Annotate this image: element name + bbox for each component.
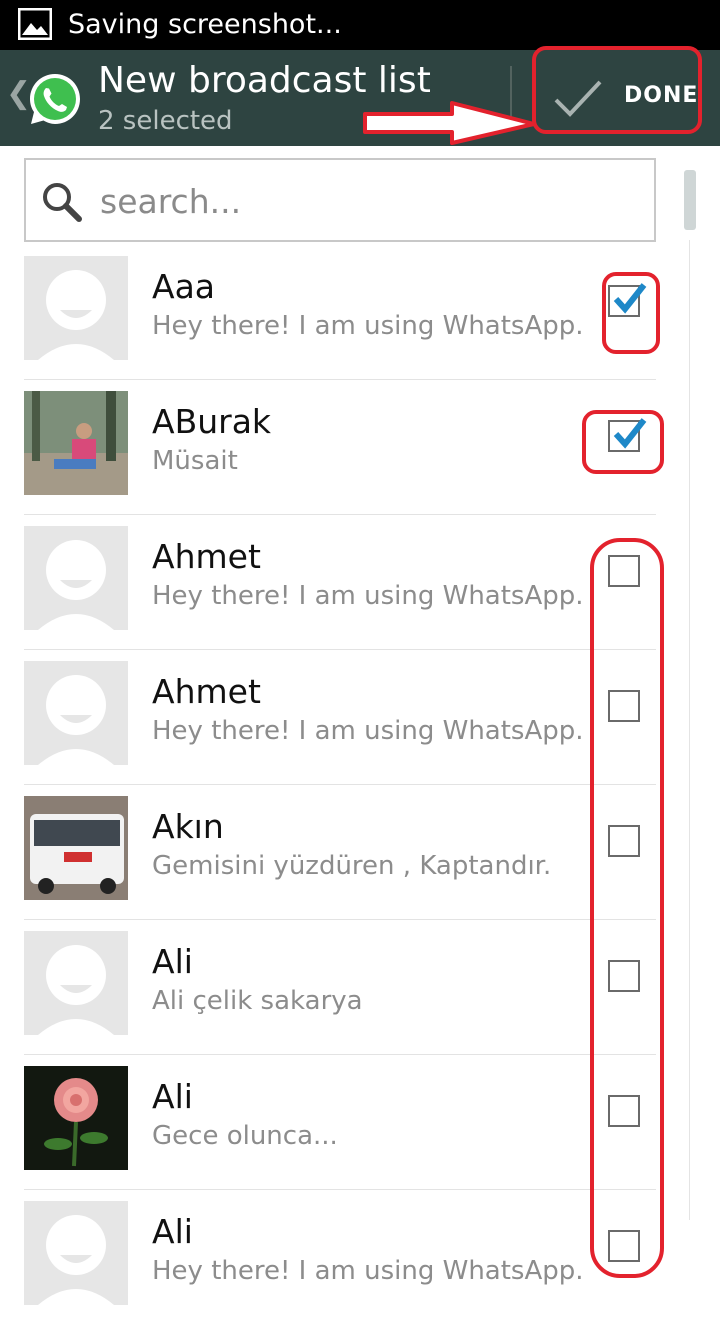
select-checkbox[interactable] — [608, 283, 647, 317]
avatar — [24, 1201, 128, 1305]
avatar — [24, 931, 128, 1035]
contact-status: Ali çelik sakarya — [152, 986, 363, 1016]
select-checkbox[interactable] — [608, 825, 640, 857]
search-icon — [43, 183, 82, 222]
contact-status: Gece olunca... — [152, 1121, 338, 1151]
scrollbar-track — [689, 240, 690, 1220]
select-checkbox[interactable] — [608, 1230, 640, 1262]
contact-name: Aaa — [152, 267, 216, 306]
select-checkbox[interactable] — [608, 690, 640, 722]
select-checkbox[interactable] — [608, 555, 640, 587]
avatar — [24, 391, 128, 495]
contact-name: Ali — [152, 942, 193, 981]
selected-count: 2 selected — [98, 106, 233, 136]
whatsapp-icon[interactable] — [26, 70, 84, 128]
contact-row[interactable]: Ahmet Hey there! I am using WhatsApp. — [0, 650, 656, 785]
select-checkbox[interactable] — [608, 1095, 640, 1127]
contact-row[interactable]: Aaa Hey there! I am using WhatsApp. — [0, 245, 656, 380]
done-highlight-annotation — [532, 46, 702, 134]
check-icon — [613, 283, 647, 314]
contact-name: Ali — [152, 1212, 193, 1251]
status-bar: Saving screenshot... — [0, 0, 720, 50]
contact-row[interactable]: Ali Ali çelik sakarya — [0, 920, 656, 1055]
contact-status: Müsait — [152, 446, 238, 476]
contact-row[interactable]: ABurak Müsait — [0, 380, 656, 515]
page-title: New broadcast list — [98, 60, 431, 101]
arrow-annotation — [363, 101, 536, 145]
select-checkbox[interactable] — [608, 960, 640, 992]
avatar — [24, 796, 128, 900]
search-box[interactable] — [24, 158, 656, 242]
contact-name: Ali — [152, 1077, 193, 1116]
check-icon — [613, 418, 647, 449]
contact-status: Hey there! I am using WhatsApp. — [152, 311, 584, 341]
search-input[interactable] — [98, 170, 642, 232]
select-checkbox[interactable] — [608, 418, 647, 452]
contact-status: Hey there! I am using WhatsApp. — [152, 716, 584, 746]
avatar — [24, 256, 128, 360]
contact-name: Ahmet — [152, 537, 261, 576]
contact-status: Hey there! I am using WhatsApp. — [152, 1256, 584, 1286]
contact-name: Ahmet — [152, 672, 261, 711]
contact-row[interactable]: Ali Hey there! I am using WhatsApp. — [0, 1190, 656, 1325]
contact-name: ABurak — [152, 402, 272, 441]
status-text: Saving screenshot... — [68, 9, 342, 40]
contact-row[interactable]: Ahmet Hey there! I am using WhatsApp. — [0, 515, 656, 650]
scrollbar-thumb[interactable] — [684, 170, 696, 230]
contact-row[interactable]: Ali Gece olunca... — [0, 1055, 656, 1190]
avatar — [24, 661, 128, 765]
contact-name: Akın — [152, 807, 224, 846]
avatar — [24, 1066, 128, 1170]
contact-row[interactable]: Akın Gemisini yüzdüren , Kaptandır. — [0, 785, 656, 920]
avatar — [24, 526, 128, 630]
contact-status: Gemisini yüzdüren , Kaptandır. — [152, 851, 552, 881]
gallery-icon — [18, 8, 52, 40]
contact-status: Hey there! I am using WhatsApp. — [152, 581, 584, 611]
